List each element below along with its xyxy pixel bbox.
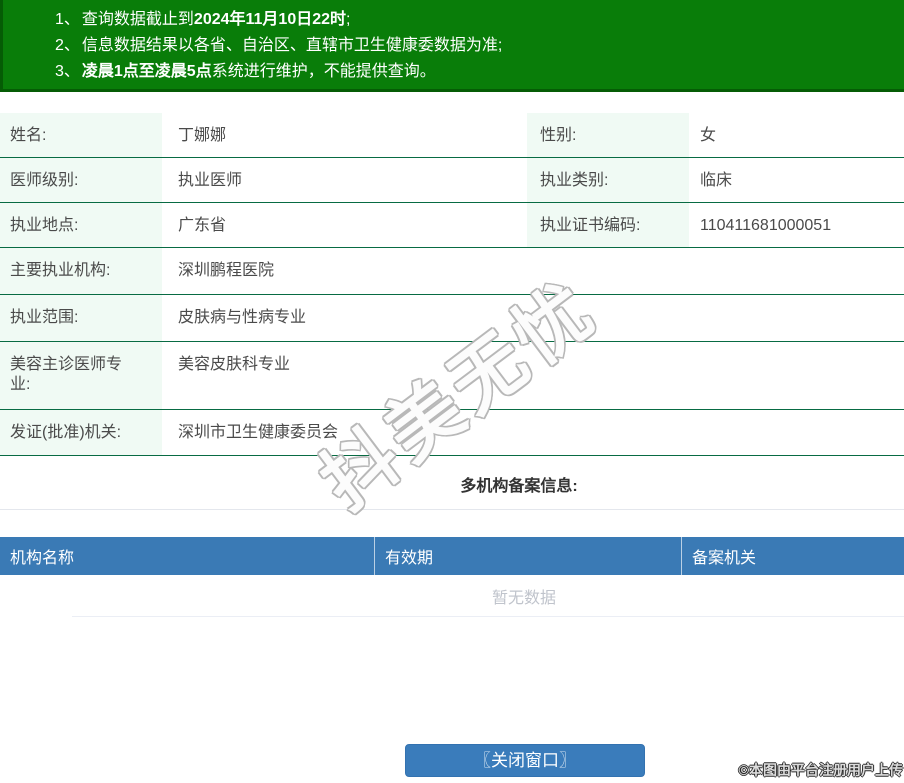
info-row-level-category: 医师级别: 执业医师 执业类别: 临床 xyxy=(0,158,904,203)
column-header-institution-name: 机构名称 xyxy=(0,537,375,575)
notice-line-3: 3、 凌晨1点至凌晨5点系统进行维护，不能提供查询。 xyxy=(55,63,436,80)
field-value-practice-category: 临床 xyxy=(689,158,904,202)
column-header-validity-period: 有效期 xyxy=(375,537,682,575)
field-value-certificate-no: 110411681000051 xyxy=(689,203,904,247)
field-label-name: 姓名: xyxy=(0,113,162,157)
info-row-cosmetic-specialty: 美容主诊医师专业: 美容皮肤科专业 xyxy=(0,342,904,410)
notice-line-2: 2、 信息数据结果以各省、自治区、直辖市卫生健康委数据为准; xyxy=(55,37,503,54)
field-value-main-institution: 深圳鹏程医院 xyxy=(162,248,904,294)
field-value-cosmetic-specialty: 美容皮肤科专业 xyxy=(162,342,904,409)
field-label-cosmetic-specialty: 美容主诊医师专业: xyxy=(0,342,162,409)
info-row-issuing-authority: 发证(批准)机关: 深圳市卫生健康委员会 xyxy=(0,410,904,456)
info-row-practice-scope: 执业范围: 皮肤病与性病专业 xyxy=(0,295,904,342)
field-value-gender: 女 xyxy=(689,113,904,157)
field-label-doctor-level: 医师级别: xyxy=(0,158,162,202)
field-label-issuing-authority: 发证(批准)机关: xyxy=(0,410,162,455)
multi-org-table-header: 机构名称 有效期 备案机关 xyxy=(0,537,904,575)
info-row-location-certno: 执业地点: 广东省 执业证书编码: 110411681000051 xyxy=(0,203,904,248)
field-value-practice-scope: 皮肤病与性病专业 xyxy=(162,295,904,341)
field-label-practice-category: 执业类别: xyxy=(527,158,689,202)
field-label-practice-scope: 执业范围: xyxy=(0,295,162,341)
notice-banner: 1、 查询数据截止到2024年11月10日22时; 2、 信息数据结果以各省、自治区… xyxy=(0,0,904,92)
field-label-gender: 性别: xyxy=(527,113,689,157)
multi-org-heading: 多机构备案信息: xyxy=(460,478,578,495)
field-value-name: 丁娜娜 xyxy=(162,113,527,157)
column-header-filing-authority: 备案机关 xyxy=(692,550,757,567)
field-label-practice-location: 执业地点: xyxy=(0,203,162,247)
field-label-certificate-no: 执业证书编码: xyxy=(527,203,689,247)
info-row-name-gender: 姓名: 丁娜娜 性别: 女 xyxy=(0,113,904,158)
info-row-main-institution: 主要执业机构: 深圳鹏程医院 xyxy=(0,248,904,295)
field-value-practice-location: 广东省 xyxy=(162,203,527,247)
field-label-main-institution: 主要执业机构: xyxy=(0,248,162,294)
notice-line-1: 1、 查询数据截止到2024年11月10日22时; xyxy=(55,11,351,28)
empty-data-placeholder: 暂无数据 xyxy=(72,575,904,617)
close-window-button[interactable]: 〖关闭窗口〗 xyxy=(405,744,645,777)
field-value-issuing-authority: 深圳市卫生健康委员会 xyxy=(162,410,904,455)
upload-stamp-text: ©本图由平台注册用户上传 xyxy=(738,762,903,778)
practitioner-info-table: 姓名: 丁娜娜 性别: 女 医师级别: 执业医师 执业类别: 临床 执业地点: … xyxy=(0,113,904,456)
section-divider xyxy=(0,509,904,510)
multi-org-table: 机构名称 有效期 备案机关 暂无数据 xyxy=(0,537,904,617)
field-value-doctor-level: 执业医师 xyxy=(162,158,527,202)
